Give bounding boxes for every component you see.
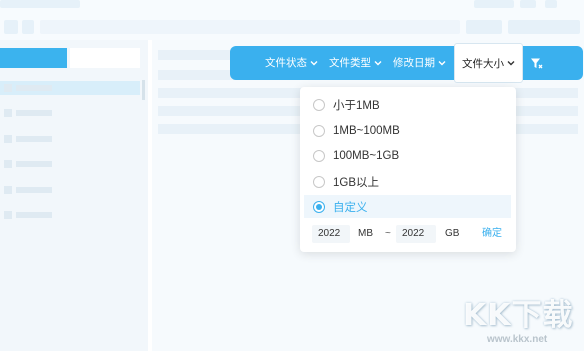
background-topbar: [0, 0, 584, 40]
chevron-down-icon: [310, 46, 318, 80]
file-size-label: 文件大小: [462, 57, 504, 70]
max-size-unit-select[interactable]: GB: [445, 225, 459, 243]
size-option-100mb-1gb[interactable]: 100MB~1GB: [304, 144, 511, 167]
radio-button[interactable]: [313, 98, 325, 111]
radio-button[interactable]: [313, 149, 325, 162]
radio-button-selected[interactable]: [313, 200, 325, 213]
confirm-button[interactable]: 确定: [482, 225, 502, 243]
filter-icon[interactable]: [528, 55, 544, 71]
size-option-custom[interactable]: 自定义: [304, 195, 511, 218]
option-label: 100MB~1GB: [333, 149, 400, 162]
background-sidebar: [0, 40, 148, 351]
custom-size-range: 2022 MB ~ 2022 GB 确定: [312, 225, 508, 243]
min-size-unit-select[interactable]: MB: [358, 225, 373, 243]
chevron-down-icon: [507, 57, 515, 69]
size-option-1mb-100mb[interactable]: 1MB~100MB: [304, 119, 511, 142]
radio-button[interactable]: [313, 175, 325, 188]
range-separator: ~: [385, 228, 391, 239]
max-size-input[interactable]: 2022: [396, 225, 436, 243]
modified-date-filter[interactable]: 修改日期: [393, 46, 446, 80]
file-size-dropdown: 小于1MB 1MB~100MB 100MB~1GB 1GB以上 自定义 2022…: [300, 87, 516, 252]
file-type-label: 文件类型: [329, 57, 371, 69]
option-label: 1GB以上: [333, 176, 380, 189]
size-option-over-1gb[interactable]: 1GB以上: [304, 170, 511, 193]
watermark: KK下载 www.kkx.net: [463, 290, 581, 348]
watermark-url: www.kkx.net: [487, 334, 548, 345]
filter-toolbar: 文件状态 文件类型 修改日期 文件大小: [230, 43, 583, 83]
file-status-filter[interactable]: 文件状态: [265, 46, 318, 80]
chevron-down-icon: [374, 46, 382, 80]
size-option-under-1mb[interactable]: 小于1MB: [304, 93, 511, 116]
watermark-logo: KK下载: [463, 298, 574, 333]
file-size-filter[interactable]: 文件大小: [454, 43, 523, 83]
file-type-filter[interactable]: 文件类型: [329, 46, 382, 80]
min-size-input[interactable]: 2022: [312, 225, 350, 243]
option-label: 自定义: [333, 201, 368, 214]
file-status-label: 文件状态: [265, 57, 307, 69]
option-label: 1MB~100MB: [333, 124, 400, 137]
modified-date-label: 修改日期: [393, 57, 435, 69]
chevron-down-icon: [438, 46, 446, 80]
radio-button[interactable]: [313, 124, 325, 137]
option-label: 小于1MB: [333, 99, 380, 112]
